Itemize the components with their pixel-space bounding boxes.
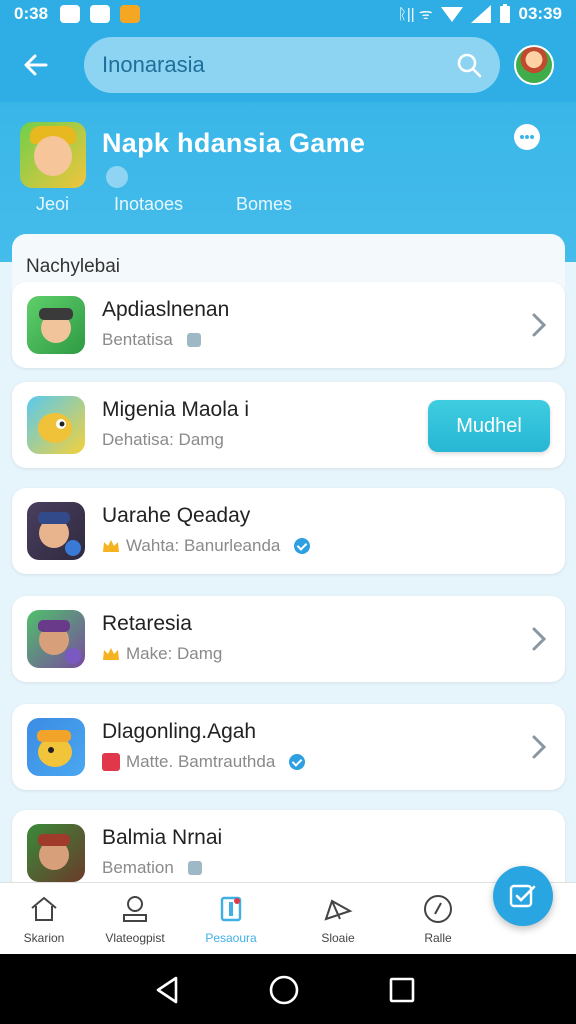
chat-icon[interactable] bbox=[512, 122, 542, 152]
status-right: ᚱ|| ᯤ 03:39 bbox=[398, 4, 562, 24]
share-icon bbox=[324, 899, 353, 921]
item-name: Apdiaslnenan bbox=[102, 298, 230, 321]
profile-icon bbox=[123, 896, 147, 922]
item-meta: Bemation bbox=[102, 858, 202, 878]
item-name: Dlagonling.Agah bbox=[102, 720, 257, 743]
app-notification-icon bbox=[120, 5, 141, 23]
edit-check-icon bbox=[509, 884, 536, 908]
cell-signal-icon bbox=[470, 5, 491, 23]
wifi-icon bbox=[440, 7, 463, 22]
app-icon bbox=[27, 502, 85, 560]
bottom-nav: Skarion Vlateogpist Pesaoura Sloaie Rall… bbox=[0, 882, 576, 954]
tab-1[interactable]: Inotaoes bbox=[114, 194, 183, 215]
notification-icon bbox=[60, 5, 81, 23]
app-icon bbox=[27, 396, 85, 454]
system-nav-bar bbox=[0, 954, 576, 1024]
item-meta: Make: Damg bbox=[102, 644, 222, 664]
chevron-right-icon[interactable] bbox=[529, 733, 549, 761]
bookmark-icon bbox=[220, 896, 242, 922]
item-meta-text: Make: Damg bbox=[126, 644, 223, 663]
item-meta: Matte. Bamtrauthda bbox=[102, 752, 306, 772]
item-meta-text: Bemation bbox=[102, 858, 174, 877]
item-meta: Dehatisa: Damg bbox=[102, 430, 224, 450]
info-icon bbox=[186, 333, 201, 347]
item-meta-text: Matte. Bamtrauthda bbox=[126, 752, 276, 771]
message-icon bbox=[90, 5, 111, 23]
user-avatar[interactable] bbox=[514, 45, 554, 85]
nav-item-done[interactable]: Ralle bbox=[390, 893, 486, 945]
item-name: Uarahe Qeaday bbox=[102, 504, 251, 527]
nav-item-profile[interactable]: Vlateogpist bbox=[87, 893, 183, 945]
nav-label: Sloaie bbox=[321, 931, 355, 945]
tab-2[interactable]: Bomes bbox=[236, 194, 292, 215]
crown-icon bbox=[103, 648, 119, 660]
status-bar: 0:38 ᚱ|| ᯤ 03:39 bbox=[0, 0, 576, 28]
system-back-icon[interactable] bbox=[152, 974, 184, 1006]
item-meta-text: Wahta: Banurleanda bbox=[126, 536, 281, 555]
check-circle-icon bbox=[424, 895, 452, 923]
system-recents-icon[interactable] bbox=[386, 974, 418, 1006]
verified-check-icon bbox=[294, 538, 311, 554]
nav-label: Vlateogpist bbox=[105, 931, 165, 945]
app-icon bbox=[27, 824, 85, 882]
list-item[interactable]: Uarahe Qeaday Wahta: Banurleanda bbox=[12, 488, 565, 574]
game-icon bbox=[20, 122, 86, 188]
section-title: Nachylebai bbox=[26, 256, 120, 277]
item-name: Migenia Maola i bbox=[102, 398, 250, 421]
app-icon bbox=[27, 718, 85, 776]
nav-label: Skarion bbox=[23, 931, 65, 945]
signal-indicator: ᚱ|| ᯤ bbox=[397, 6, 433, 23]
status-time: 0:38 bbox=[14, 4, 49, 23]
list-item[interactable]: Dlagonling.Agah Matte. Bamtrauthda bbox=[12, 704, 565, 790]
search-input[interactable] bbox=[102, 52, 456, 78]
search-box[interactable] bbox=[84, 37, 500, 93]
list-item[interactable]: Apdiaslnenan Bentatisa bbox=[12, 282, 565, 368]
floating-action-button[interactable] bbox=[493, 866, 553, 926]
chevron-right-icon[interactable] bbox=[529, 625, 549, 653]
back-button[interactable] bbox=[16, 45, 56, 85]
nav-label: Ralle bbox=[424, 931, 452, 945]
item-meta-text: Dehatisa: Damg bbox=[102, 430, 224, 449]
tab-0[interactable]: Jeoi bbox=[36, 194, 69, 215]
nav-item-bookmarks[interactable]: Pesaoura bbox=[183, 893, 279, 945]
verified-badge-icon bbox=[106, 166, 128, 188]
list-item[interactable]: Retaresia Make: Damg bbox=[12, 596, 565, 682]
item-meta: Wahta: Banurleanda bbox=[102, 536, 311, 556]
app-icon bbox=[27, 296, 85, 354]
status-clock: 03:39 bbox=[518, 4, 562, 23]
nav-item-home[interactable]: Skarion bbox=[0, 893, 92, 945]
item-meta-text: Bentatisa bbox=[102, 330, 173, 349]
search-icon[interactable] bbox=[456, 52, 482, 78]
chevron-right-icon[interactable] bbox=[529, 311, 549, 339]
system-home-icon[interactable] bbox=[268, 974, 300, 1006]
home-icon bbox=[31, 896, 57, 921]
item-meta: Bentatisa bbox=[102, 330, 201, 350]
nav-label: Pesaoura bbox=[205, 931, 257, 945]
install-button[interactable]: Mudhel bbox=[428, 400, 550, 452]
app-bar bbox=[0, 28, 576, 102]
verified-check-icon bbox=[289, 754, 306, 770]
game-icon-face bbox=[34, 136, 72, 176]
nav-item-share[interactable]: Sloaie bbox=[290, 893, 386, 945]
battery-icon bbox=[499, 4, 510, 23]
item-name: Balmia Nrnai bbox=[102, 826, 223, 849]
list-item[interactable]: Migenia Maola i Dehatisa: Damg Mudhel bbox=[12, 382, 565, 468]
game-title: Napk hdansia Game bbox=[102, 128, 366, 158]
crown-icon bbox=[103, 540, 119, 552]
back-arrow-icon bbox=[24, 54, 48, 76]
info-icon bbox=[187, 861, 202, 875]
item-name: Retaresia bbox=[102, 612, 192, 635]
app-badge-icon bbox=[102, 753, 120, 771]
app-icon bbox=[27, 610, 85, 668]
